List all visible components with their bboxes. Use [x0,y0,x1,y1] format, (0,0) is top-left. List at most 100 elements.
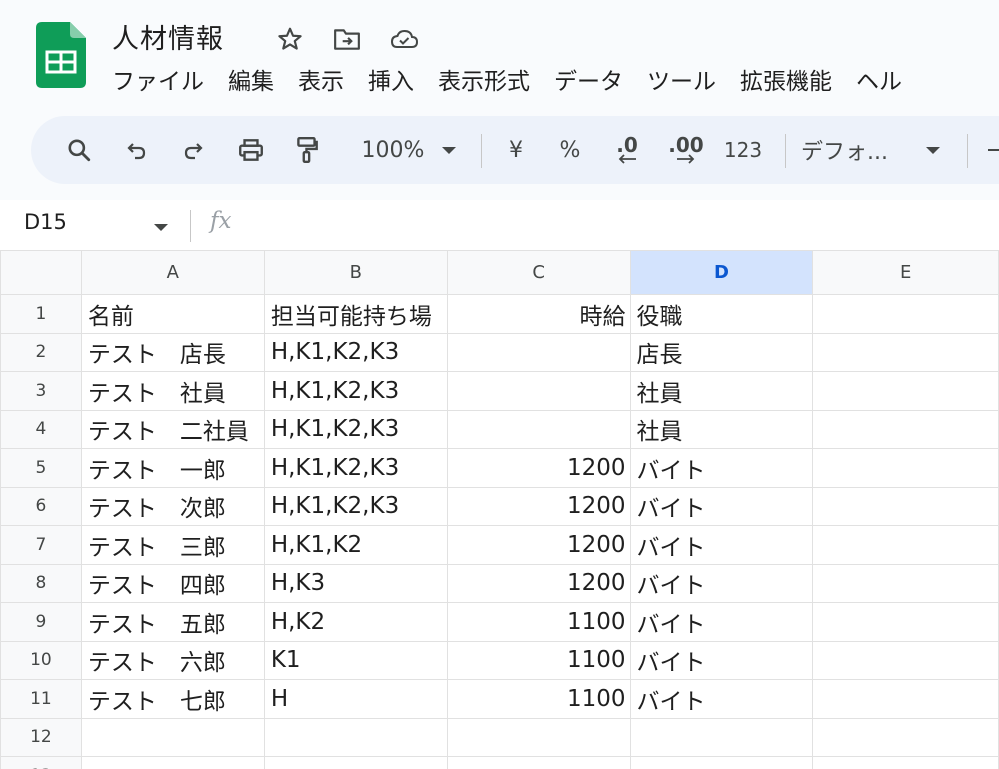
name-box[interactable]: D15 [24,210,67,234]
cell-b5[interactable]: H,K1,K2,K3 [263,448,448,488]
cell-e10[interactable] [812,640,999,680]
cell-a5[interactable]: テスト 一郎 [80,448,265,488]
cell-a6[interactable]: テスト 次郎 [80,486,265,526]
cell-d10[interactable]: バイト [629,640,814,680]
cell-a9[interactable]: テスト 五郎 [80,602,265,642]
cell-b2[interactable]: H,K1,K2,K3 [263,332,448,372]
select-all-corner[interactable] [0,250,82,295]
cell-e2[interactable] [812,332,999,372]
cell-a7[interactable]: テスト 三郎 [80,525,265,565]
cell-b6[interactable]: H,K1,K2,K3 [263,486,448,526]
menu-data[interactable]: データ [542,59,635,99]
cell-b4[interactable]: H,K1,K2,K3 [263,409,448,449]
menu-edit[interactable]: 編集 [216,59,286,99]
cell-c7[interactable]: 1200 [446,525,631,565]
row-header[interactable]: 6 [0,486,82,526]
cell-a1[interactable]: 名前 [80,294,265,334]
font-size-decrease-icon[interactable] [985,116,999,184]
menu-file[interactable]: ファイル [100,59,216,99]
redo-icon[interactable] [173,116,213,184]
column-header-d[interactable]: D [629,250,814,295]
cell-b10[interactable]: K1 [263,640,448,680]
decrease-decimal-button[interactable]: .0 [607,116,647,184]
cell-b1[interactable]: 担当可能持ち場 [263,294,448,334]
cell-a3[interactable]: テスト 社員 [80,371,265,411]
cell-c1[interactable]: 時給 [446,294,631,334]
font-dropdown-icon[interactable] [923,116,943,184]
cell-c11[interactable]: 1100 [446,679,631,719]
cell-d7[interactable]: バイト [629,525,814,565]
row-header[interactable]: 9 [0,602,82,642]
row-header[interactable]: 12 [0,717,82,757]
row-header[interactable]: 5 [0,448,82,488]
increase-decimal-button[interactable]: .00 [661,116,711,184]
star-icon[interactable] [275,24,305,54]
cell-c4[interactable] [446,409,631,449]
cell-d3[interactable]: 社員 [629,371,814,411]
cell-c12[interactable] [446,717,631,757]
cell-e7[interactable] [812,525,999,565]
column-header-c[interactable]: C [446,250,631,295]
cell-d5[interactable]: バイト [629,448,814,488]
menu-extensions[interactable]: 拡張機能 [728,59,844,99]
row-header[interactable]: 8 [0,563,82,603]
row-header[interactable]: 11 [0,679,82,719]
cell-d9[interactable]: バイト [629,602,814,642]
cell-b8[interactable]: H,K3 [263,563,448,603]
menu-insert[interactable]: 挿入 [356,59,426,99]
cell-b7[interactable]: H,K1,K2 [263,525,448,565]
cell-a12[interactable] [80,717,265,757]
percent-format-button[interactable]: % [555,116,585,184]
column-header-a[interactable]: A [80,250,265,295]
cell-e8[interactable] [812,563,999,603]
cell-d4[interactable]: 社員 [629,409,814,449]
cell-e12[interactable] [812,717,999,757]
document-title[interactable]: 人材情報 [112,17,224,56]
cell-a8[interactable]: テスト 四郎 [80,563,265,603]
paint-format-icon[interactable] [287,116,327,184]
name-box-dropdown-icon[interactable] [154,224,168,231]
cell-e4[interactable] [812,409,999,449]
cell-e6[interactable] [812,486,999,526]
menu-tools[interactable]: ツール [635,59,728,99]
cell-e3[interactable] [812,371,999,411]
row-header[interactable]: 10 [0,640,82,680]
cell-b11[interactable]: H [263,679,448,719]
cell-d1[interactable]: 役職 [629,294,814,334]
sheets-logo-icon[interactable] [36,22,86,88]
font-family-select[interactable]: デフォ... [801,116,911,184]
cell-b3[interactable]: H,K1,K2,K3 [263,371,448,411]
move-to-folder-icon[interactable] [332,24,362,54]
cell-e9[interactable] [812,602,999,642]
row-header[interactable]: 3 [0,371,82,411]
zoom-dropdown-icon[interactable] [439,116,459,184]
cell-c6[interactable]: 1200 [446,486,631,526]
cell-c8[interactable]: 1200 [446,563,631,603]
cell-c13[interactable] [446,756,631,769]
cell-b12[interactable] [263,717,448,757]
cell-c5[interactable]: 1200 [446,448,631,488]
cell-d8[interactable]: バイト [629,563,814,603]
cell-e5[interactable] [812,448,999,488]
cell-b13[interactable] [263,756,448,769]
row-header[interactable]: 4 [0,409,82,449]
cell-a11[interactable]: テスト 七郎 [80,679,265,719]
column-header-b[interactable]: B [263,250,448,295]
menu-format[interactable]: 表示形式 [426,59,542,99]
search-icon[interactable] [59,116,99,184]
cloud-saved-icon[interactable] [389,24,419,54]
number-format-button[interactable]: 123 [721,116,765,184]
cell-d11[interactable]: バイト [629,679,814,719]
cell-a10[interactable]: テスト 六郎 [80,640,265,680]
zoom-select[interactable]: 100% [345,116,441,184]
undo-icon[interactable] [117,116,157,184]
column-header-e[interactable]: E [812,250,999,295]
menu-help[interactable]: ヘル [844,59,914,99]
cell-d13[interactable] [629,756,814,769]
cell-a4[interactable]: テスト 二社員 [80,409,265,449]
cell-e11[interactable] [812,679,999,719]
menu-view[interactable]: 表示 [286,59,356,99]
cell-a2[interactable]: テスト 店長 [80,332,265,372]
cell-e1[interactable] [812,294,999,334]
cell-e13[interactable] [812,756,999,769]
